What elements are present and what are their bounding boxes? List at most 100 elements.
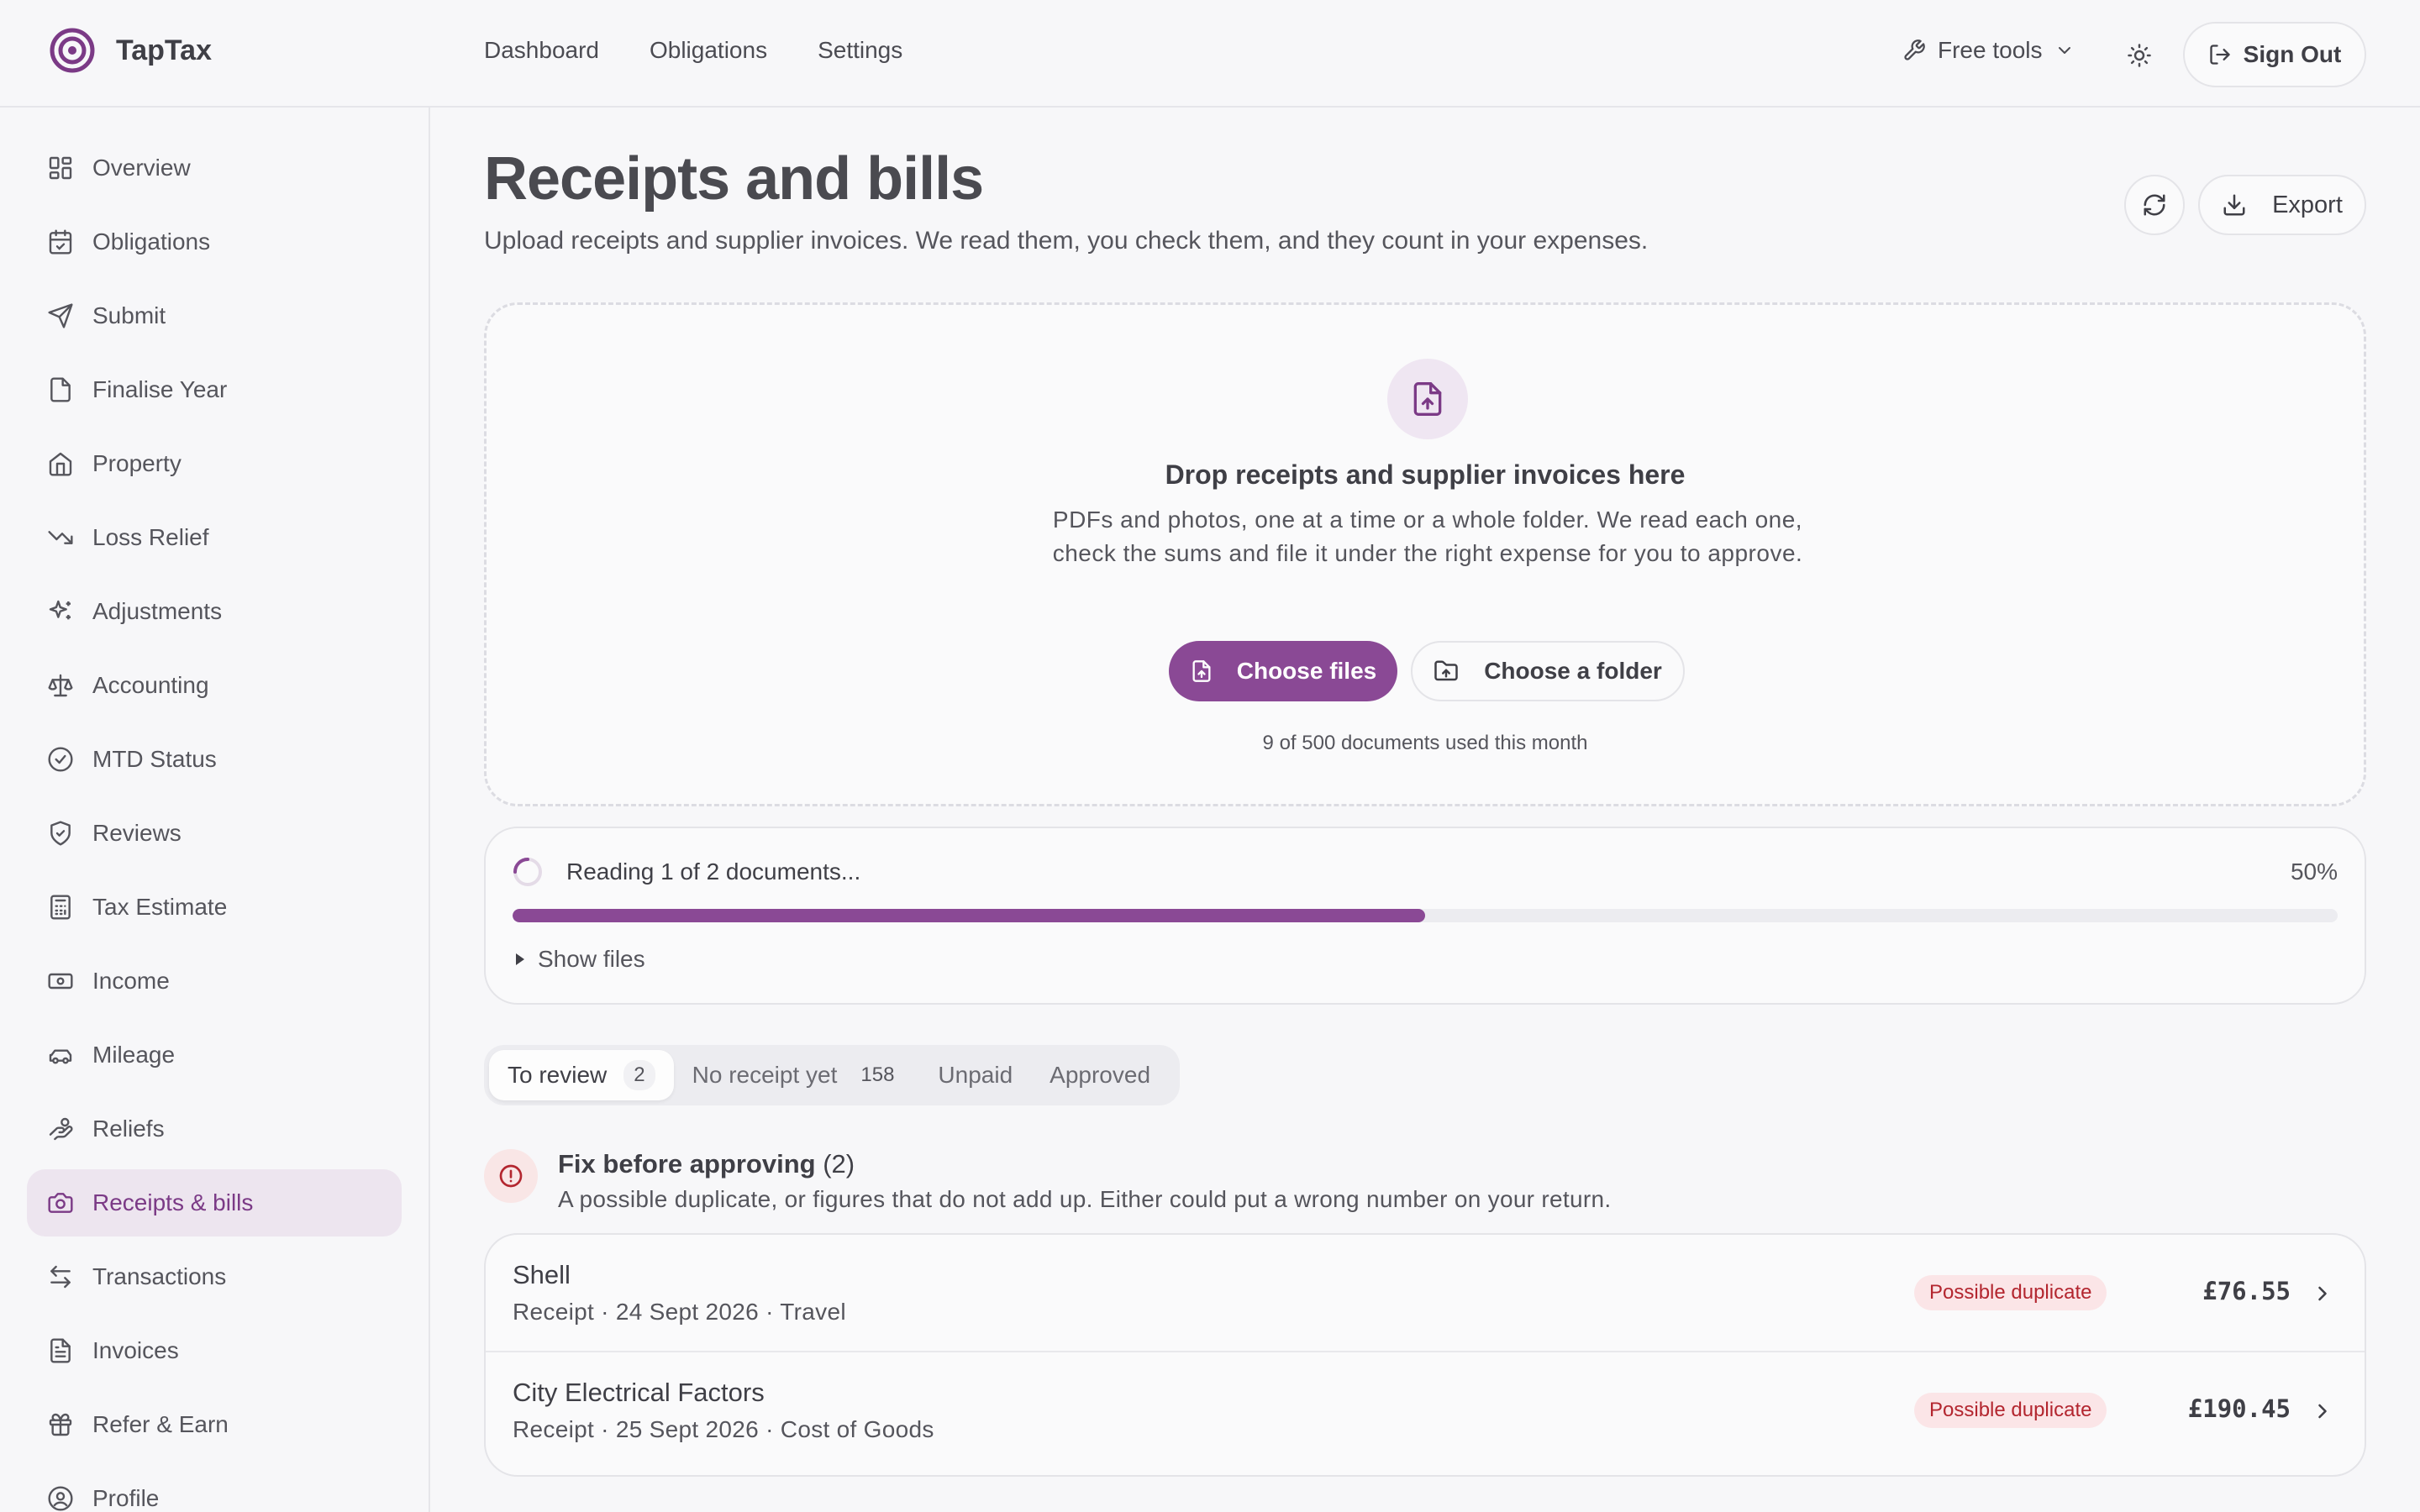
export-button[interactable]: Export [2198, 175, 2366, 235]
chevron-right-icon [2318, 1286, 2327, 1301]
tab-to-review[interactable]: To review 2 [489, 1050, 674, 1100]
gift-icon [49, 1413, 72, 1436]
tab-label: Approved [1050, 1062, 1151, 1088]
review-row[interactable]: City Electrical Factors Receipt · 25 Sep… [486, 1351, 2365, 1467]
sidebar-item-label: Property [92, 450, 182, 476]
sidebar-item-label: Loss Relief [92, 524, 209, 550]
sidebar-item-finalise-year[interactable]: Finalise Year [27, 356, 402, 423]
alert-circle-icon [499, 1164, 523, 1188]
sidebar-item-invoices[interactable]: Invoices [27, 1317, 402, 1384]
sidebar-item-label: MTD Status [92, 746, 217, 772]
possible-duplicate-badge: Possible duplicate [1914, 1275, 2107, 1310]
sidebar-item-reliefs[interactable]: Reliefs [27, 1095, 402, 1163]
sidebar: Overview Obligations Submit Finalise Yea… [0, 108, 430, 1512]
sidebar-item-income[interactable]: Income [27, 948, 402, 1015]
topnav-dashboard[interactable]: Dashboard [484, 37, 599, 64]
folder-upload-icon [1434, 660, 1458, 681]
sidebar-item-label: Income [92, 968, 170, 994]
sidebar-item-obligations[interactable]: Obligations [27, 208, 402, 276]
sidebar-item-adjustments[interactable]: Adjustments [27, 578, 402, 645]
top-bar: TapTax Dashboard Obligations Settings Fr… [0, 0, 2420, 108]
check-circle-icon [48, 747, 73, 772]
car-icon [49, 1049, 72, 1064]
page-subtitle: Upload receipts and supplier invoices. W… [484, 227, 1649, 255]
sparkles-icon [49, 600, 71, 620]
user-circle-icon [48, 1486, 73, 1511]
sidebar-item-transactions[interactable]: Transactions [27, 1243, 402, 1310]
tab-count: 2 [623, 1060, 655, 1090]
sidebar-item-receipts-bills[interactable]: Receipts & bills [27, 1169, 402, 1236]
sidebar-item-overview[interactable]: Overview [27, 134, 402, 202]
loading-spinner-icon [513, 858, 542, 886]
tab-unpaid[interactable]: Unpaid [919, 1050, 1031, 1100]
sidebar-item-profile[interactable]: Profile [27, 1465, 402, 1512]
row-supplier-name: City Electrical Factors [513, 1378, 765, 1407]
file-upload-icon [1413, 382, 1442, 416]
refresh-button[interactable] [2124, 175, 2185, 235]
sidebar-item-loss-relief[interactable]: Loss Relief [27, 504, 402, 571]
sidebar-item-label: Adjustments [92, 598, 223, 624]
possible-duplicate-badge: Possible duplicate [1914, 1393, 2107, 1428]
choose-folder-button[interactable]: Choose a folder [1411, 641, 1685, 701]
sidebar-item-mileage[interactable]: Mileage [27, 1021, 402, 1089]
grid-icon [49, 156, 72, 180]
choose-files-label: Choose files [1236, 658, 1377, 684]
fix-section-heading: Fix before approving [558, 1149, 816, 1179]
upload-dropzone[interactable]: Drop receipts and supplier invoices here… [484, 302, 2366, 806]
sidebar-item-refer-earn[interactable]: Refer & Earn [27, 1391, 402, 1458]
tab-no-receipt-yet[interactable]: No receipt yet 158 [674, 1050, 920, 1100]
review-row[interactable]: Shell Receipt · 24 Sept 2026 · Travel Po… [486, 1235, 2365, 1351]
brand[interactable]: TapTax [49, 27, 212, 74]
row-amount: £76.55 [2202, 1277, 2291, 1305]
choose-files-button[interactable]: Choose files [1169, 641, 1397, 701]
sidebar-item-property[interactable]: Property [27, 430, 402, 497]
calendar-check-icon [49, 229, 72, 255]
logo-icon [50, 28, 95, 73]
sidebar-item-tax-estimate[interactable]: Tax Estimate [27, 874, 402, 941]
show-files-toggle[interactable]: Show files [513, 946, 645, 973]
row-supplier-name: Shell [513, 1260, 571, 1289]
file-plus-icon [1192, 660, 1211, 682]
sidebar-item-label: Obligations [92, 228, 211, 255]
sidebar-item-label: Refer & Earn [92, 1411, 229, 1437]
top-nav: Dashboard Obligations Settings [484, 37, 902, 64]
sidebar-item-mtd-status[interactable]: MTD Status [27, 726, 402, 793]
upload-icon-badge [1387, 359, 1468, 439]
sign-out-button[interactable]: Sign Out [2183, 22, 2366, 87]
topnav-settings[interactable]: Settings [818, 37, 902, 64]
row-meta: Receipt · 25 Sept 2026 · Cost of Goods [513, 1416, 934, 1442]
sidebar-item-accounting[interactable]: Accounting [27, 652, 402, 719]
sidebar-item-reviews[interactable]: Reviews [27, 800, 402, 867]
fix-section-count: (2) [823, 1149, 855, 1179]
row-amount: £190.45 [2187, 1394, 2291, 1423]
theme-toggle-button[interactable] [2118, 34, 2161, 77]
choose-folder-label: Choose a folder [1484, 658, 1662, 684]
progress-bar [513, 909, 2338, 922]
app-name: TapTax [116, 34, 212, 66]
sidebar-item-label: Profile [92, 1485, 160, 1511]
sidebar-item-submit[interactable]: Submit [27, 282, 402, 349]
chevron-right-icon [2318, 1404, 2327, 1419]
sign-out-label: Sign Out [2243, 41, 2342, 67]
arrow-left-right-icon [50, 1265, 71, 1289]
tab-approved[interactable]: Approved [1031, 1050, 1169, 1100]
triangle-right-icon [516, 953, 524, 965]
review-tabs: To review 2 No receipt yet 158 Unpaid Ap… [484, 1045, 1180, 1105]
free-tools-dropdown[interactable]: Free tools [1902, 37, 2075, 64]
tab-label: To review [508, 1062, 608, 1088]
topnav-obligations[interactable]: Obligations [650, 37, 767, 64]
usage-counter: 9 of 500 documents used this month [1262, 732, 1588, 754]
home-icon [49, 452, 72, 476]
review-list: Shell Receipt · 24 Sept 2026 · Travel Po… [484, 1233, 2366, 1477]
row-meta: Receipt · 24 Sept 2026 · Travel [513, 1299, 846, 1325]
banknote-icon [48, 973, 73, 990]
sidebar-item-label: Finalise Year [92, 376, 228, 402]
sidebar-item-label: Transactions [92, 1263, 227, 1289]
log-out-icon [2210, 45, 2230, 65]
download-icon [2223, 194, 2245, 216]
sun-icon [2128, 44, 2151, 67]
sidebar-item-label: Mileage [92, 1042, 176, 1068]
progress-label: Reading 1 of 2 documents... [566, 858, 861, 885]
file-text-icon [50, 1338, 71, 1363]
file-icon [50, 377, 71, 402]
